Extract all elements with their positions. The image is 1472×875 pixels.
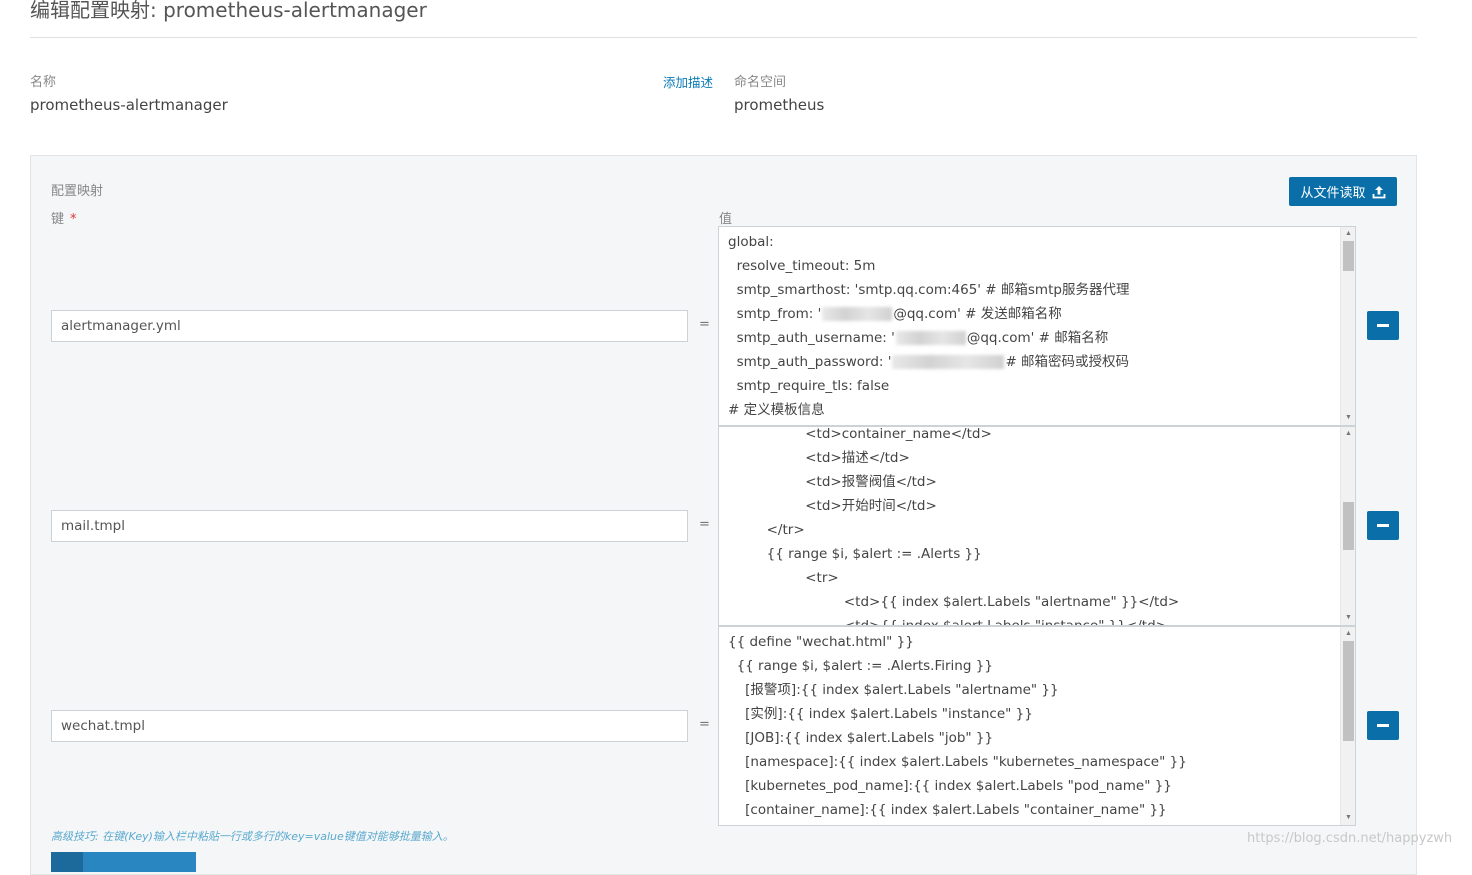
value-editor[interactable]: <td>container_name</td> <td>描述</td> <td>… — [718, 426, 1356, 626]
key-input[interactable] — [51, 310, 688, 342]
add-entry-button[interactable] — [51, 852, 196, 872]
code-line: [kubernetes_pod_name]:{{ index $alert.La… — [728, 778, 1172, 794]
code-text: @qq.com' # 邮箱名称 — [966, 330, 1109, 346]
code-line: <tr> — [728, 570, 839, 586]
value-editor[interactable]: global: resolve_timeout: 5m smtp_smartho… — [718, 226, 1356, 426]
editor-lines: <td>container_name</td> <td>描述</td> <td>… — [728, 426, 1337, 626]
config-map-title: 配置映射 — [51, 184, 104, 199]
key-input[interactable] — [51, 510, 688, 542]
scroll-down-arrow-icon[interactable]: ▼ — [1341, 811, 1355, 825]
code-line: [namespace]:{{ index $alert.Labels "kube… — [728, 754, 1187, 770]
scroll-thumb[interactable] — [1343, 502, 1354, 550]
code-line: smtp_smarthost: 'smtp.qq.com:465' # 邮箱sm… — [728, 282, 1130, 298]
key-label-text: 键 — [51, 212, 65, 227]
code-line: {{ define "wechat.html" }} — [728, 634, 914, 650]
code-line: resolve_timeout: 5m — [728, 258, 876, 274]
equals-sign: = — [699, 517, 710, 532]
title-divider — [30, 37, 1417, 38]
code-line: [JOB]:{{ index $alert.Labels "job" }} — [728, 730, 994, 746]
editor-lines: global: resolve_timeout: 5m smtp_smartho… — [728, 230, 1337, 422]
namespace-label: 命名空间 — [734, 75, 787, 90]
code-line: <td>开始时间</td> — [728, 498, 937, 514]
code-text: smtp_from: ' — [728, 306, 822, 322]
code-line: smtp_auth_username: ' @qq.com' # 邮箱名称 — [728, 326, 1337, 350]
code-line: # 定义模板信息 — [728, 402, 825, 418]
key-input[interactable] — [51, 710, 688, 742]
watermark: https://blog.csdn.net/happyzwh — [1247, 831, 1453, 846]
code-line: [报警项]:{{ index $alert.Labels "alertname"… — [728, 682, 1059, 698]
redacted-value — [895, 331, 966, 345]
code-line: <td>{{ index $alert.Labels "instance" }}… — [728, 618, 1167, 626]
redacted-value — [892, 355, 1005, 369]
minus-icon — [1377, 724, 1389, 727]
code-text: smtp_auth_username: ' — [728, 330, 895, 346]
upload-icon — [1372, 185, 1385, 198]
add-entry-icon-area — [51, 852, 83, 872]
code-line: {{ range $i, $alert := .Alerts.Firing }} — [728, 658, 993, 674]
code-line: smtp_require_tls: false — [728, 378, 890, 394]
equals-sign: = — [699, 717, 710, 732]
code-line: {{ range $i, $alert := .Alerts }} — [728, 546, 982, 562]
code-line: <td>container_name</td> — [728, 426, 992, 442]
remove-entry-button[interactable] — [1367, 511, 1399, 540]
scroll-down-arrow-icon[interactable]: ▼ — [1341, 411, 1355, 425]
namespace-value: prometheus — [734, 96, 825, 114]
config-map-panel: 配置映射 键* 值 从文件读取 =global: resolve_timeout… — [30, 155, 1417, 875]
code-line: </tr> — [728, 522, 805, 538]
add-description-link[interactable]: 添加描述 — [663, 72, 713, 91]
scroll-thumb[interactable] — [1343, 641, 1354, 741]
code-text: smtp_auth_password: ' — [728, 354, 892, 370]
value-editor[interactable]: {{ define "wechat.html" }} {{ range $i, … — [718, 626, 1356, 826]
minus-icon — [1377, 324, 1389, 327]
remove-entry-button[interactable] — [1367, 711, 1399, 740]
read-from-file-label: 从文件读取 — [1300, 186, 1366, 201]
minus-icon — [1377, 524, 1389, 527]
remove-entry-button[interactable] — [1367, 311, 1399, 340]
code-line: <td>描述</td> — [728, 450, 910, 466]
advanced-tip: 高级技巧: 在键(Key)输入栏中粘贴一行或多行的key=value键值对能够批… — [51, 830, 454, 843]
scroll-up-arrow-icon[interactable]: ▲ — [1341, 427, 1355, 441]
editor-lines: {{ define "wechat.html" }} {{ range $i, … — [728, 630, 1337, 822]
code-text: @qq.com' # 发送邮箱名称 — [893, 306, 1062, 322]
page-title: 编辑配置映射: prometheus-alertmanager — [30, 0, 427, 22]
editor-scrollbar[interactable]: ▲ ▼ — [1340, 227, 1355, 425]
required-marker: * — [70, 212, 77, 227]
name-label: 名称 — [30, 75, 57, 90]
code-line: <td>报警阀值</td> — [728, 474, 937, 490]
redacted-value — [822, 307, 893, 321]
code-line: global: — [728, 234, 774, 250]
code-line: smtp_from: ' @qq.com' # 发送邮箱名称 — [728, 302, 1337, 326]
editor-scrollbar[interactable]: ▲ ▼ — [1340, 627, 1355, 825]
read-from-file-button[interactable]: 从文件读取 — [1289, 177, 1397, 206]
code-line: [实例]:{{ index $alert.Labels "instance" }… — [728, 706, 1033, 722]
key-column-label: 键 * — [51, 208, 77, 227]
scroll-thumb[interactable] — [1343, 241, 1354, 271]
value-column-label: 值 — [719, 212, 733, 227]
scroll-up-arrow-icon[interactable]: ▲ — [1341, 227, 1355, 241]
code-line: smtp_auth_password: ' # 邮箱密码或授权码 — [728, 350, 1337, 374]
scroll-up-arrow-icon[interactable]: ▲ — [1341, 627, 1355, 641]
editor-scrollbar[interactable]: ▲ ▼ — [1340, 427, 1355, 625]
code-line: <td>{{ index $alert.Labels "alertname" }… — [728, 594, 1180, 610]
name-value: prometheus-alertmanager — [30, 96, 228, 114]
code-text: # 邮箱密码或授权码 — [1005, 354, 1130, 370]
code-line: [container_name]:{{ index $alert.Labels … — [728, 802, 1167, 818]
equals-sign: = — [699, 317, 710, 332]
scroll-down-arrow-icon[interactable]: ▼ — [1341, 611, 1355, 625]
